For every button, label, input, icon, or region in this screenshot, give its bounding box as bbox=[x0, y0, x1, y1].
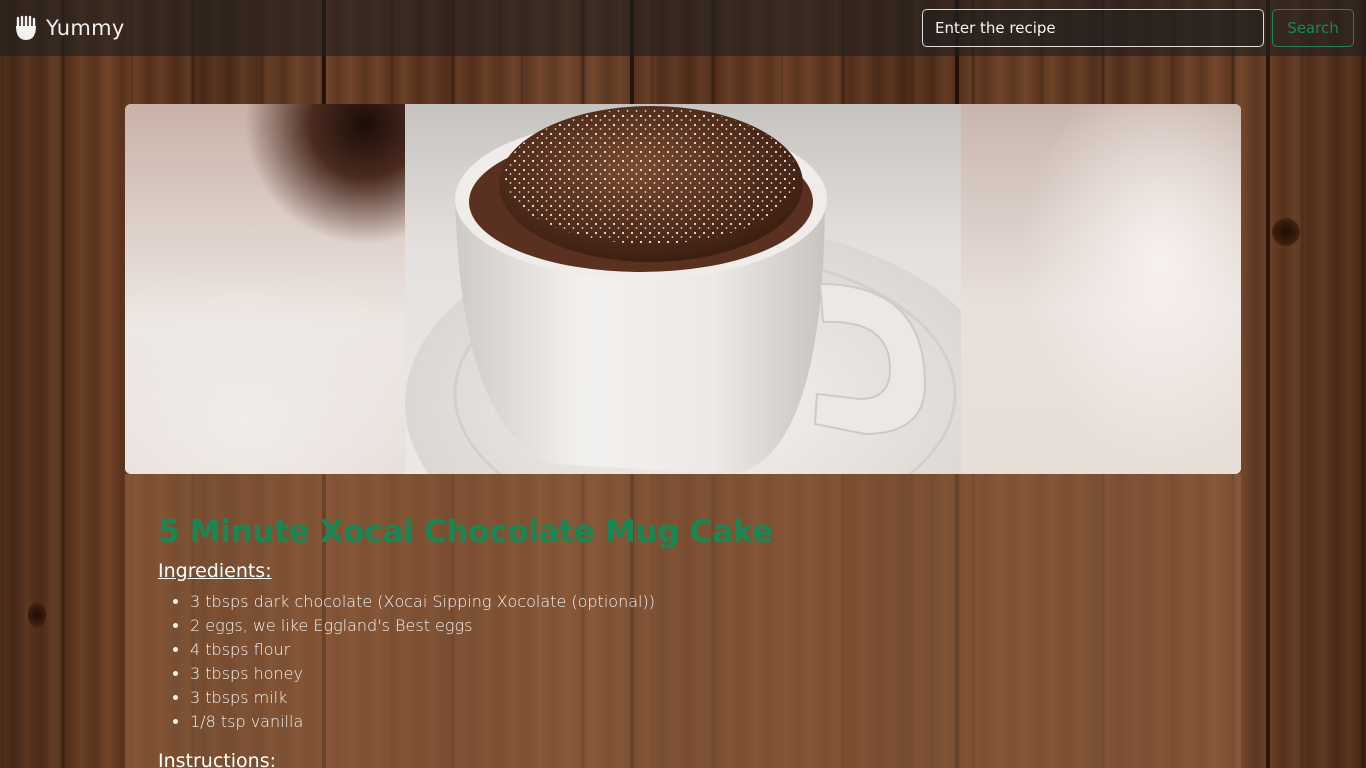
brand-name: Yummy bbox=[46, 16, 125, 40]
instructions-heading: Instructions: bbox=[158, 750, 276, 768]
search-button[interactable]: Search bbox=[1272, 9, 1354, 47]
hero-blurred-backdrop-left bbox=[125, 104, 405, 474]
ingredient-item: 3 tbsps milk bbox=[190, 686, 1208, 710]
navbar: Yummy Search bbox=[0, 0, 1366, 56]
recipe-hero-image bbox=[125, 104, 1241, 474]
recipe-card: 5 Minute Xocai Chocolate Mug Cake Ingred… bbox=[125, 474, 1241, 768]
hero-blurred-backdrop-right bbox=[961, 104, 1241, 474]
search-input[interactable] bbox=[922, 9, 1264, 47]
search-form: Search bbox=[922, 9, 1354, 47]
hand-food-icon bbox=[12, 14, 40, 42]
wood-knot bbox=[1272, 218, 1300, 246]
wood-knot bbox=[28, 602, 46, 628]
ingredient-item: 3 tbsps honey bbox=[190, 662, 1208, 686]
ingredients-heading: Ingredients: bbox=[158, 560, 272, 582]
ingredient-item: 1/8 tsp vanilla bbox=[190, 710, 1208, 734]
ingredient-item: 2 eggs, we like Eggland's Best eggs bbox=[190, 614, 1208, 638]
recipe-title: 5 Minute Xocai Chocolate Mug Cake bbox=[158, 514, 773, 550]
brand[interactable]: Yummy bbox=[12, 14, 125, 42]
wood-seam bbox=[1266, 0, 1270, 768]
ingredients-list: 3 tbsps dark chocolate (Xocai Sipping Xo… bbox=[158, 590, 1208, 734]
ingredient-item: 3 tbsps dark chocolate (Xocai Sipping Xo… bbox=[190, 590, 1208, 614]
ingredient-item: 4 tbsps flour bbox=[190, 638, 1208, 662]
mug-cake-photo bbox=[405, 104, 961, 474]
